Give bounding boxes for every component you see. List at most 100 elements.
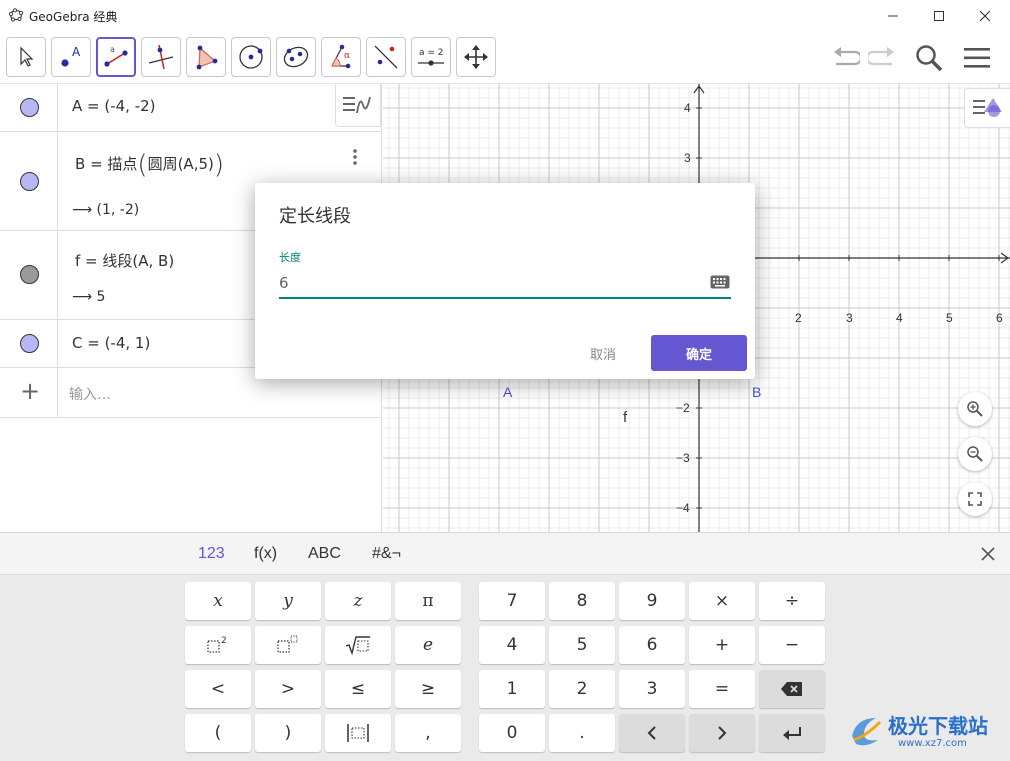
algebra-definition: C = (-4, 1) bbox=[72, 334, 151, 352]
key-less-than[interactable]: < bbox=[185, 670, 251, 708]
angle-tool-button[interactable]: α bbox=[321, 37, 361, 77]
key-5[interactable]: 5 bbox=[549, 626, 615, 664]
svg-text:2: 2 bbox=[221, 636, 227, 646]
key-0[interactable]: 0 bbox=[479, 714, 545, 752]
key-4[interactable]: 4 bbox=[479, 626, 545, 664]
key-divide[interactable]: ÷ bbox=[759, 582, 825, 620]
key-e[interactable]: e bbox=[395, 626, 461, 664]
keyboard-icon[interactable] bbox=[710, 275, 730, 289]
key-enter[interactable] bbox=[759, 714, 825, 752]
chevron-right-icon bbox=[718, 726, 727, 740]
algebra-row-a[interactable]: A = (-4, -2) bbox=[0, 84, 382, 132]
toolbar: A a α a = 2 bbox=[0, 31, 1010, 84]
key-cursor-left[interactable] bbox=[619, 714, 685, 752]
cancel-button[interactable]: 取消 bbox=[573, 335, 633, 371]
zoom-in-button[interactable] bbox=[958, 392, 992, 426]
key-pi[interactable]: π bbox=[395, 582, 461, 620]
watermark-swirl-icon bbox=[852, 718, 882, 746]
key-close-paren[interactable]: ) bbox=[255, 714, 321, 752]
hamburger-menu-icon bbox=[964, 48, 990, 68]
svg-text:a: a bbox=[110, 45, 115, 54]
minimize-icon bbox=[888, 15, 898, 16]
y-tick-label: 4 bbox=[684, 101, 691, 115]
close-keyboard-icon[interactable] bbox=[981, 547, 995, 561]
redo-button[interactable] bbox=[866, 41, 900, 75]
algebra-style-icon bbox=[343, 96, 371, 114]
key-sqrt[interactable] bbox=[325, 626, 391, 664]
sqrt-icon bbox=[345, 636, 370, 656]
key-6[interactable]: 6 bbox=[619, 626, 685, 664]
key-cursor-right[interactable] bbox=[689, 714, 755, 752]
key-multiply[interactable]: × bbox=[689, 582, 755, 620]
key-1[interactable]: 1 bbox=[479, 670, 545, 708]
angle-icon: α bbox=[331, 44, 351, 69]
key-decimal[interactable]: . bbox=[549, 714, 615, 752]
perpendicular-line-tool-button[interactable] bbox=[141, 37, 181, 77]
search-button[interactable] bbox=[912, 41, 946, 75]
maximize-button[interactable] bbox=[916, 0, 962, 31]
key-comma[interactable]: , bbox=[395, 714, 461, 752]
circle-tool-button[interactable] bbox=[231, 37, 271, 77]
close-icon bbox=[979, 10, 991, 21]
point-tool-button[interactable]: A bbox=[51, 37, 91, 77]
key-less-equal[interactable]: ≤ bbox=[325, 670, 391, 708]
tab-abc[interactable]: ABC bbox=[308, 545, 341, 563]
svg-text:a = 2: a = 2 bbox=[419, 48, 444, 58]
algebra-definition: A = (-4, -2) bbox=[72, 97, 156, 115]
key-x[interactable]: x bbox=[185, 582, 251, 620]
menu-button[interactable] bbox=[960, 41, 994, 75]
visibility-toggle[interactable] bbox=[20, 334, 39, 353]
key-square[interactable]: 2 bbox=[185, 626, 251, 664]
move-tool-button[interactable] bbox=[6, 37, 46, 77]
algebra-definition: f = 线段(A, B) bbox=[75, 252, 175, 270]
key-2[interactable]: 2 bbox=[549, 670, 615, 708]
key-greater-equal[interactable]: ≥ bbox=[395, 670, 461, 708]
ellipse-tool-button[interactable] bbox=[276, 37, 316, 77]
algebra-style-button[interactable] bbox=[335, 84, 381, 127]
segment-tool-button[interactable]: a bbox=[96, 37, 136, 77]
add-icon[interactable]: + bbox=[20, 377, 40, 405]
key-z[interactable]: z bbox=[325, 582, 391, 620]
key-backspace[interactable] bbox=[759, 670, 825, 708]
length-input[interactable] bbox=[279, 269, 731, 299]
enter-icon bbox=[783, 727, 801, 740]
tab-symbols[interactable]: #&¬ bbox=[372, 545, 401, 563]
key-8[interactable]: 8 bbox=[549, 582, 615, 620]
key-open-paren[interactable]: ( bbox=[185, 714, 251, 752]
tab-functions[interactable]: f(x) bbox=[254, 545, 277, 563]
key-plus[interactable]: + bbox=[689, 626, 755, 664]
zoom-out-button[interactable] bbox=[958, 437, 992, 471]
visibility-toggle[interactable] bbox=[20, 265, 39, 284]
minimize-button[interactable] bbox=[870, 0, 916, 31]
key-9[interactable]: 9 bbox=[619, 582, 685, 620]
chevron-left-icon bbox=[647, 726, 656, 740]
x-tick-label: 5 bbox=[946, 311, 953, 325]
geogebra-logo-icon bbox=[9, 8, 23, 22]
key-abs[interactable] bbox=[325, 714, 391, 752]
key-minus[interactable]: − bbox=[759, 626, 825, 664]
graphics-style-button[interactable] bbox=[964, 88, 1010, 128]
watermark-logo: 极光下载站 www.xz7.com bbox=[846, 706, 1006, 756]
visibility-toggle[interactable] bbox=[20, 98, 39, 117]
slider-tool-button[interactable]: a = 2 bbox=[411, 37, 451, 77]
reflect-tool-button[interactable] bbox=[366, 37, 406, 77]
key-3[interactable]: 3 bbox=[619, 670, 685, 708]
keyboard-tabs: 123 f(x) ABC #&¬ bbox=[0, 533, 1010, 575]
y-tick-label: −2 bbox=[676, 401, 690, 415]
key-7[interactable]: 7 bbox=[479, 582, 545, 620]
move-graphics-tool-button[interactable] bbox=[456, 37, 496, 77]
undo-button[interactable] bbox=[828, 41, 862, 75]
key-power[interactable] bbox=[255, 626, 321, 664]
key-y[interactable]: y bbox=[255, 582, 321, 620]
key-equals[interactable]: = bbox=[689, 670, 755, 708]
graphics-style-icon bbox=[972, 98, 1002, 117]
ok-button[interactable]: 确定 bbox=[651, 335, 747, 371]
algebra-input-placeholder[interactable]: 输入… bbox=[69, 384, 111, 404]
tab-123[interactable]: 123 bbox=[198, 545, 225, 563]
more-options-icon[interactable] bbox=[351, 148, 359, 168]
visibility-toggle[interactable] bbox=[20, 172, 39, 191]
polygon-tool-button[interactable] bbox=[186, 37, 226, 77]
fullscreen-button[interactable] bbox=[958, 482, 992, 516]
key-greater-than[interactable]: > bbox=[255, 670, 321, 708]
close-window-button[interactable] bbox=[962, 0, 1008, 31]
